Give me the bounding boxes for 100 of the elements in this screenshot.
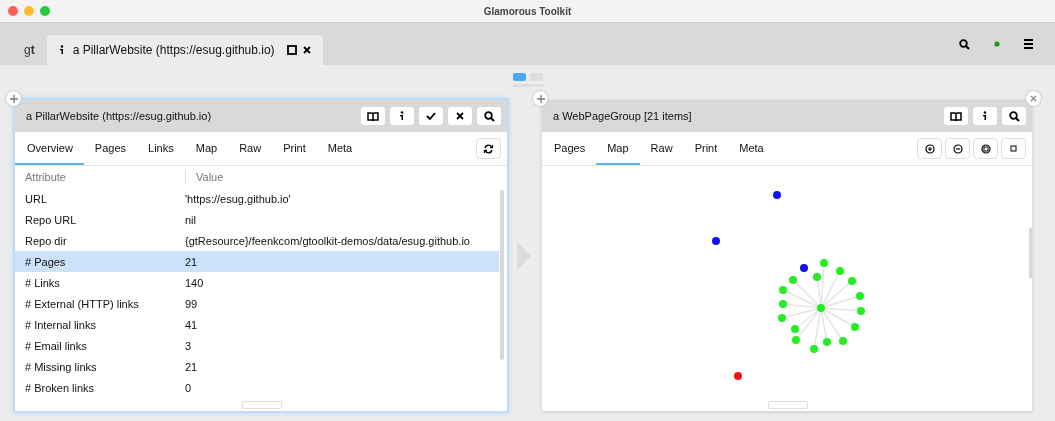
info-button[interactable] — [390, 107, 414, 125]
table-cell-text: # Email links — [24, 339, 88, 352]
search-icon — [1008, 110, 1020, 122]
resize-handle[interactable] — [242, 401, 282, 409]
resize-handle[interactable] — [768, 401, 808, 409]
view-tab[interactable]: Print — [683, 132, 729, 165]
view-tab[interactable]: Meta — [728, 132, 775, 165]
graph-node[interactable] — [856, 292, 864, 300]
add-button[interactable] — [6, 91, 21, 106]
pane-title: a PillarWebsite (https://esug.github.io) — [26, 110, 212, 122]
tab[interactable]: gt — [12, 35, 47, 65]
zoom-in-icon — [924, 143, 935, 154]
info-icon — [399, 111, 405, 121]
book-icon — [367, 111, 379, 121]
view-tab[interactable]: Pages — [542, 132, 597, 165]
minimize-window-button[interactable] — [24, 6, 34, 16]
actual-size-button[interactable] — [1001, 138, 1026, 159]
graph-node[interactable] — [839, 337, 847, 345]
table-row[interactable]: # External (HTTP) links 99 — [15, 293, 499, 314]
book-button[interactable] — [361, 107, 385, 125]
view-tab[interactable]: Print — [272, 132, 317, 165]
zoom-in-button[interactable] — [917, 138, 942, 159]
table-cell: 21 — [185, 360, 198, 373]
graph-node[interactable] — [778, 314, 786, 322]
view-tab[interactable]: Pages — [83, 132, 138, 165]
column-header: Attribute — [24, 171, 67, 183]
table-cell-text: # External (HTTP) links — [24, 297, 140, 310]
graph-node[interactable] — [800, 264, 808, 272]
close-button[interactable] — [448, 107, 472, 125]
graph-node[interactable] — [734, 372, 742, 380]
table-row[interactable]: # Pages 21 — [15, 251, 499, 272]
graph-node[interactable] — [810, 345, 818, 353]
table-row[interactable]: # Links 140 — [15, 272, 499, 293]
refresh-button[interactable] — [476, 138, 501, 159]
table-cell: 0 — [185, 381, 192, 394]
zoom-out-button[interactable] — [945, 138, 970, 159]
table-row[interactable]: # Email links 3 — [15, 335, 499, 356]
book-button[interactable] — [944, 107, 968, 125]
graph-node[interactable] — [779, 300, 787, 308]
table-row[interactable]: # Missing links 21 — [15, 356, 499, 377]
graph-node[interactable] — [712, 237, 720, 245]
table-cell: 21 — [185, 255, 198, 268]
table-row[interactable]: URL 'https://esug.github.io' — [15, 188, 499, 209]
search-button[interactable] — [1002, 107, 1026, 125]
close-pane-button[interactable] — [1026, 91, 1041, 106]
graph-node[interactable] — [851, 323, 859, 331]
view-tab[interactable]: Meta — [316, 132, 364, 165]
graph-node[interactable] — [773, 191, 781, 199]
graph-node[interactable] — [791, 325, 799, 333]
accept-button[interactable] — [419, 107, 443, 125]
pager-icon[interactable] — [511, 73, 544, 88]
close-icon — [1030, 95, 1037, 102]
add-button[interactable] — [533, 91, 548, 106]
table-cell-text: Repo URL — [24, 213, 78, 226]
table-row[interactable]: # Internal links 41 — [15, 314, 499, 335]
view-tab[interactable]: Raw — [639, 132, 684, 165]
maximize-icon[interactable] — [286, 45, 297, 55]
graph-node[interactable] — [813, 273, 821, 281]
table-cell: 'https://esug.github.io' — [185, 192, 291, 205]
book-icon — [950, 111, 962, 121]
table-cell-text: # Links — [24, 276, 61, 289]
view-tab[interactable]: Map — [184, 132, 229, 165]
table-cell: {gtResource}/feenkcom/gtoolkit-demos/data/esug.github.io — [185, 234, 470, 247]
graph-node[interactable] — [789, 276, 797, 284]
view-tab[interactable]: Links — [137, 132, 185, 165]
view-tab[interactable]: Map — [596, 132, 640, 165]
scrollbar[interactable] — [500, 190, 504, 360]
table-cell: 3 — [185, 339, 192, 352]
column-header: Value — [196, 171, 224, 183]
close-icon[interactable] — [302, 46, 311, 54]
graph-node[interactable] — [820, 259, 828, 267]
table-cell: 99 — [185, 297, 198, 310]
info-icon — [982, 111, 988, 121]
zoom-fit-button[interactable] — [973, 138, 998, 159]
check-icon — [426, 112, 436, 120]
view-tab[interactable]: Raw — [228, 132, 273, 165]
refresh-icon — [483, 143, 494, 154]
table-row[interactable]: Repo dir {gtResource}/feenkcom/gtoolkit-demos/data/esug.github.io — [15, 230, 499, 251]
search-icon[interactable] — [959, 38, 970, 50]
graph-node[interactable] — [817, 304, 825, 312]
plus-icon — [9, 94, 18, 103]
window-title: Glamorous Toolkit — [483, 5, 572, 17]
tab[interactable]: a PillarWebsite (https://esug.github.io) — [46, 35, 323, 65]
pane-title: a WebPageGroup [21 items] — [553, 110, 692, 122]
table-cell-text: # Pages — [24, 255, 67, 268]
menu-icon[interactable] — [1024, 39, 1033, 49]
close-window-button[interactable] — [8, 6, 18, 16]
search-button[interactable] — [477, 107, 501, 125]
table-cell: 140 — [185, 276, 204, 289]
graph-node[interactable] — [792, 336, 800, 344]
graph-node[interactable] — [857, 307, 865, 315]
graph-node[interactable] — [823, 338, 831, 346]
info-button[interactable] — [973, 107, 997, 125]
graph-node[interactable] — [779, 286, 787, 294]
graph-node[interactable] — [848, 277, 856, 285]
table-row[interactable]: # Broken links 0 — [15, 377, 499, 398]
graph-node[interactable] — [836, 267, 844, 275]
view-tab[interactable]: Overview — [15, 132, 84, 165]
table-row[interactable]: Repo URL nil — [15, 209, 499, 230]
zoom-window-button[interactable] — [40, 6, 50, 16]
